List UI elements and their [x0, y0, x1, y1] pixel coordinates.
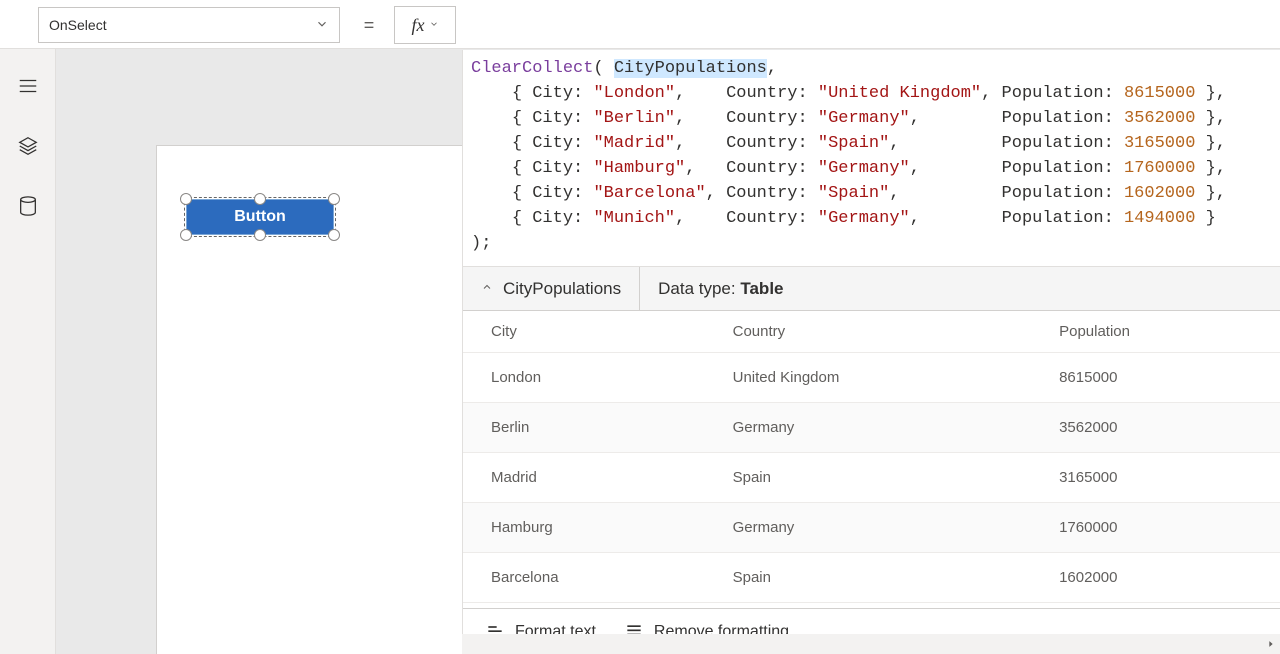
- selection-handle[interactable]: [180, 193, 192, 205]
- table-header[interactable]: Population: [1031, 311, 1280, 353]
- hamburger-icon[interactable]: [15, 73, 41, 99]
- table-cell: 8615000: [1031, 353, 1280, 403]
- table-cell: 1602000: [1031, 553, 1280, 603]
- table-row[interactable]: BerlinGermany3562000: [463, 403, 1280, 453]
- result-type-cell: Data type: Table: [640, 267, 801, 310]
- fx-dropdown[interactable]: fx: [394, 6, 456, 44]
- formula-bar: OnSelect = fx: [0, 0, 1280, 49]
- result-name: CityPopulations: [503, 279, 621, 299]
- database-icon[interactable]: [15, 193, 41, 219]
- chevron-up-icon: [481, 281, 493, 296]
- selection-handle[interactable]: [328, 229, 340, 241]
- table-cell: 1760000: [1031, 503, 1280, 553]
- result-header: CityPopulations Data type: Table: [463, 267, 1280, 311]
- data-type-label: Data type:: [658, 279, 736, 298]
- formula-code[interactable]: ClearCollect( CityPopulations, { City: "…: [463, 50, 1280, 267]
- layers-icon[interactable]: [15, 133, 41, 159]
- horizontal-scrollbar[interactable]: [462, 634, 1262, 654]
- table-cell: Madrid: [463, 453, 705, 503]
- result-table[interactable]: CityCountryPopulation LondonUnited Kingd…: [463, 311, 1280, 608]
- chevron-down-icon: [429, 19, 439, 32]
- table-cell: Barcelona: [463, 553, 705, 603]
- scroll-right-button[interactable]: [1262, 634, 1280, 654]
- table-cell: Germany: [705, 503, 1031, 553]
- table-cell: Spain: [705, 553, 1031, 603]
- data-type-value: Table: [740, 279, 783, 298]
- table-row[interactable]: HamburgGermany1760000: [463, 503, 1280, 553]
- equals-label: =: [346, 2, 392, 48]
- table-cell: Hamburg: [463, 503, 705, 553]
- selection-handle[interactable]: [328, 193, 340, 205]
- table-cell: Germany: [705, 403, 1031, 453]
- selection-handle[interactable]: [254, 193, 266, 205]
- selection-handle[interactable]: [180, 229, 192, 241]
- left-rail: [0, 49, 56, 654]
- table-row[interactable]: MadridSpain3165000: [463, 453, 1280, 503]
- fx-label: fx: [412, 15, 425, 36]
- table-cell: London: [463, 353, 705, 403]
- selection-handle[interactable]: [254, 229, 266, 241]
- table-cell: Berlin: [463, 403, 705, 453]
- property-selector-value: OnSelect: [49, 17, 107, 33]
- table-row[interactable]: LondonUnited Kingdom8615000: [463, 353, 1280, 403]
- table-cell: Spain: [705, 453, 1031, 503]
- chevron-down-icon: [315, 17, 329, 34]
- table-cell: United Kingdom: [705, 353, 1031, 403]
- table-row[interactable]: BarcelonaSpain1602000: [463, 553, 1280, 603]
- table-cell: 3562000: [1031, 403, 1280, 453]
- property-selector[interactable]: OnSelect: [38, 7, 340, 43]
- table-header[interactable]: Country: [705, 311, 1031, 353]
- table-header[interactable]: City: [463, 311, 705, 353]
- canvas-button-label: Button: [234, 208, 286, 226]
- table-cell: 3165000: [1031, 453, 1280, 503]
- formula-panel: ClearCollect( CityPopulations, { City: "…: [462, 50, 1280, 654]
- result-name-cell[interactable]: CityPopulations: [463, 267, 640, 310]
